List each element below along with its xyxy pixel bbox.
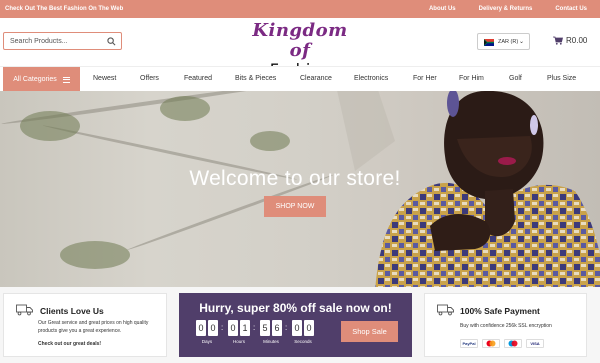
countdown-digit: 0 [228, 320, 238, 336]
all-categories-button[interactable]: All Categories [3, 67, 80, 92]
countdown-label-hours: Hours [232, 339, 245, 344]
nav-item-for-him[interactable]: For Him [459, 75, 484, 82]
safe-payment-title: 100% Safe Payment [460, 306, 540, 316]
visa-icon: VISA [526, 339, 544, 348]
clients-title: Clients Love Us [40, 306, 104, 316]
south-africa-flag-icon [484, 39, 494, 46]
cart[interactable]: R0.00 [553, 36, 587, 45]
delivery-truck-icon [437, 304, 454, 316]
clients-love-us-card: Clients Love Us Our Great service and gr… [3, 293, 167, 357]
shop-now-button[interactable]: SHOP NOW [264, 196, 326, 217]
countdown-digit: 0 [196, 320, 206, 336]
all-categories-label: All Categories [13, 76, 57, 83]
contact-us-link[interactable]: Contact Us [555, 6, 587, 12]
search-icon[interactable] [107, 37, 116, 46]
countdown-separator: : [285, 323, 288, 332]
nav-item-golf[interactable]: Golf [509, 75, 522, 82]
nav-item-for-her[interactable]: For Her [413, 75, 437, 82]
hero-background-foliage [250, 131, 290, 151]
sale-countdown-banner: Hurry, super 80% off sale now on! 0 0 : … [179, 293, 412, 357]
hero-background-foliage [160, 96, 210, 121]
features-strip: Clients Love Us Our Great service and gr… [0, 287, 600, 363]
top-bar: Check Out The Best Fashion On The Web Ab… [0, 0, 600, 18]
nav-item-featured[interactable]: Featured [184, 75, 212, 82]
countdown-digit: 0 [304, 320, 314, 336]
countdown-label-seconds: Seconds [294, 339, 312, 344]
check-deals-link[interactable]: Check out our great deals! [38, 340, 101, 348]
logo-line-1: Kingdom of [252, 20, 348, 61]
paypal-icon: PayPal [460, 339, 478, 348]
nav-item-electronics[interactable]: Electronics [354, 75, 388, 82]
top-links: About Us Delivery & Returns Contact Us [429, 6, 587, 12]
nav-item-clearance[interactable]: Clearance [300, 75, 332, 82]
countdown-separator: : [253, 323, 256, 332]
currency-code: ZAR (R) [498, 39, 519, 45]
chevron-down-icon: ⌄ [518, 39, 524, 45]
safe-payment-text: Buy with confidence 256k SSL encryption [460, 323, 552, 329]
about-us-link[interactable]: About Us [429, 6, 456, 12]
shop-sale-button[interactable]: Shop Sale [341, 321, 398, 342]
nav-item-plus-size[interactable]: Plus Size [547, 75, 576, 82]
menu-icon [62, 76, 70, 83]
countdown-label-days: Days [201, 339, 213, 344]
hero-background-foliage [20, 111, 80, 141]
header: Search Products... Kingdom of Fashion ZA… [0, 18, 600, 79]
countdown-label-minutes: Minutes [263, 339, 279, 344]
nav-item-newest[interactable]: Newest [93, 75, 116, 82]
mastercard-icon [482, 339, 500, 348]
delivery-returns-link[interactable]: Delivery & Returns [479, 6, 533, 12]
safe-payment-card: 100% Safe Payment Buy with confidence 25… [424, 293, 587, 357]
maestro-icon [504, 339, 522, 348]
hero-background-foliage [60, 241, 130, 269]
countdown-digit: 5 [260, 320, 270, 336]
nav-item-bits-pieces[interactable]: Bits & Pieces [235, 75, 276, 82]
sale-title: Hurry, super 80% off sale now on! [199, 301, 392, 315]
countdown-separator: : [221, 323, 224, 332]
countdown-digit: 0 [292, 320, 302, 336]
search-input[interactable]: Search Products... [3, 32, 122, 50]
tagline: Check Out The Best Fashion On The Web [5, 6, 124, 12]
countdown-digit: 1 [240, 320, 250, 336]
hero-banner: Welcome to our store! SHOP NOW [0, 91, 600, 287]
currency-selector[interactable]: ZAR (R) ⌄ [477, 33, 530, 50]
countdown-digit: 6 [272, 320, 282, 336]
nav-item-offers[interactable]: Offers [140, 75, 159, 82]
hero-title: Welcome to our store! [189, 167, 401, 190]
cart-icon [553, 36, 563, 45]
logo[interactable]: Kingdom of Fashion [240, 20, 360, 79]
countdown-digit: 0 [208, 320, 218, 336]
delivery-truck-icon [16, 304, 33, 316]
search-placeholder: Search Products... [10, 38, 68, 45]
main-nav: All Categories Newest Offers Featured Bi… [0, 66, 600, 92]
cart-total: R0.00 [566, 36, 588, 45]
clients-text: Our Great service and great prices on hi… [38, 320, 149, 334]
